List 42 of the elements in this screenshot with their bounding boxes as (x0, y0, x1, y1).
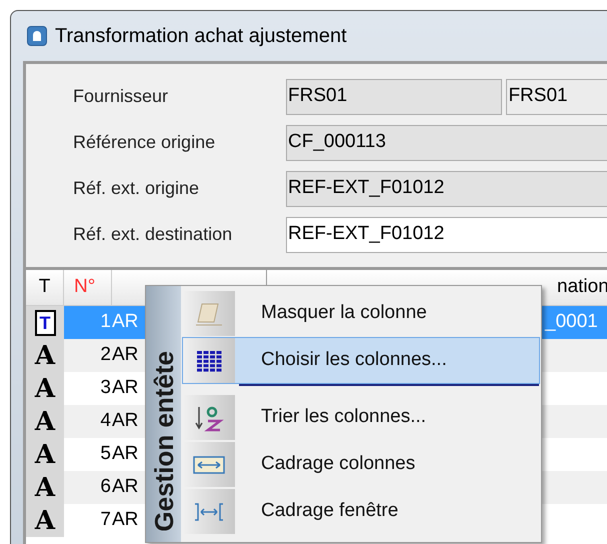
table-cell-text: _0001 (545, 310, 598, 334)
app-icon (27, 26, 47, 46)
table-cell-text: 2 (99, 343, 112, 368)
menu-item[interactable]: Cadrage colonnes (181, 441, 541, 488)
row-type-icon: A (34, 374, 56, 402)
table-cell-text: 4 (99, 409, 112, 434)
column-width-icon (193, 456, 225, 474)
table-cell-text: AR (112, 409, 140, 434)
menu-item[interactable]: Cadrage fenêtre (181, 488, 541, 535)
fit-width-icon (193, 502, 225, 522)
row-type-icon: A (34, 474, 56, 502)
text-field[interactable]: REF-EXT_F01012 (286, 216, 607, 252)
table-cell-text: AR (112, 442, 140, 466)
text-field[interactable]: REF-EXT_F01012 (286, 170, 607, 206)
table-cell-text: 5 (99, 442, 112, 466)
table-cell-text: 7 (99, 508, 112, 532)
row-type-icon: A (34, 440, 56, 468)
columns-icon (195, 348, 223, 372)
text-field[interactable]: FRS01 (286, 78, 502, 114)
table-cell-text: AR (112, 508, 140, 532)
window-title: Transformation achat ajustement (55, 24, 347, 49)
field-label: Réf. ext. destination (72, 223, 234, 246)
table-cell-text: AR (112, 475, 140, 500)
field-label: Référence origine (72, 131, 216, 154)
menu-title: Gestion entête (148, 351, 180, 532)
table-cell-text: AR (112, 343, 140, 368)
row-type-icon: A (34, 342, 56, 370)
text-field[interactable]: FRS01 (506, 78, 607, 114)
row-type-icon: A (34, 408, 56, 436)
text-field[interactable]: CF_000113 (286, 124, 607, 160)
table-cell-text: AR (112, 376, 140, 400)
row-type-icon: T (34, 310, 56, 336)
menu-item[interactable]: Masquer la colonne (181, 290, 541, 337)
menu-item[interactable]: Trier les colonnes... (181, 394, 541, 441)
field-label: Réf. ext. origine (72, 177, 200, 200)
table-cell-text: 3 (99, 376, 112, 400)
column-header[interactable]: T (26, 270, 64, 305)
field-label: Fournisseur (72, 85, 170, 108)
row-type-icon: A (34, 506, 56, 534)
table-cell-text: 6 (99, 475, 112, 500)
table-cell-text: 1 (99, 310, 112, 334)
table-cell-text: AR (112, 310, 140, 334)
